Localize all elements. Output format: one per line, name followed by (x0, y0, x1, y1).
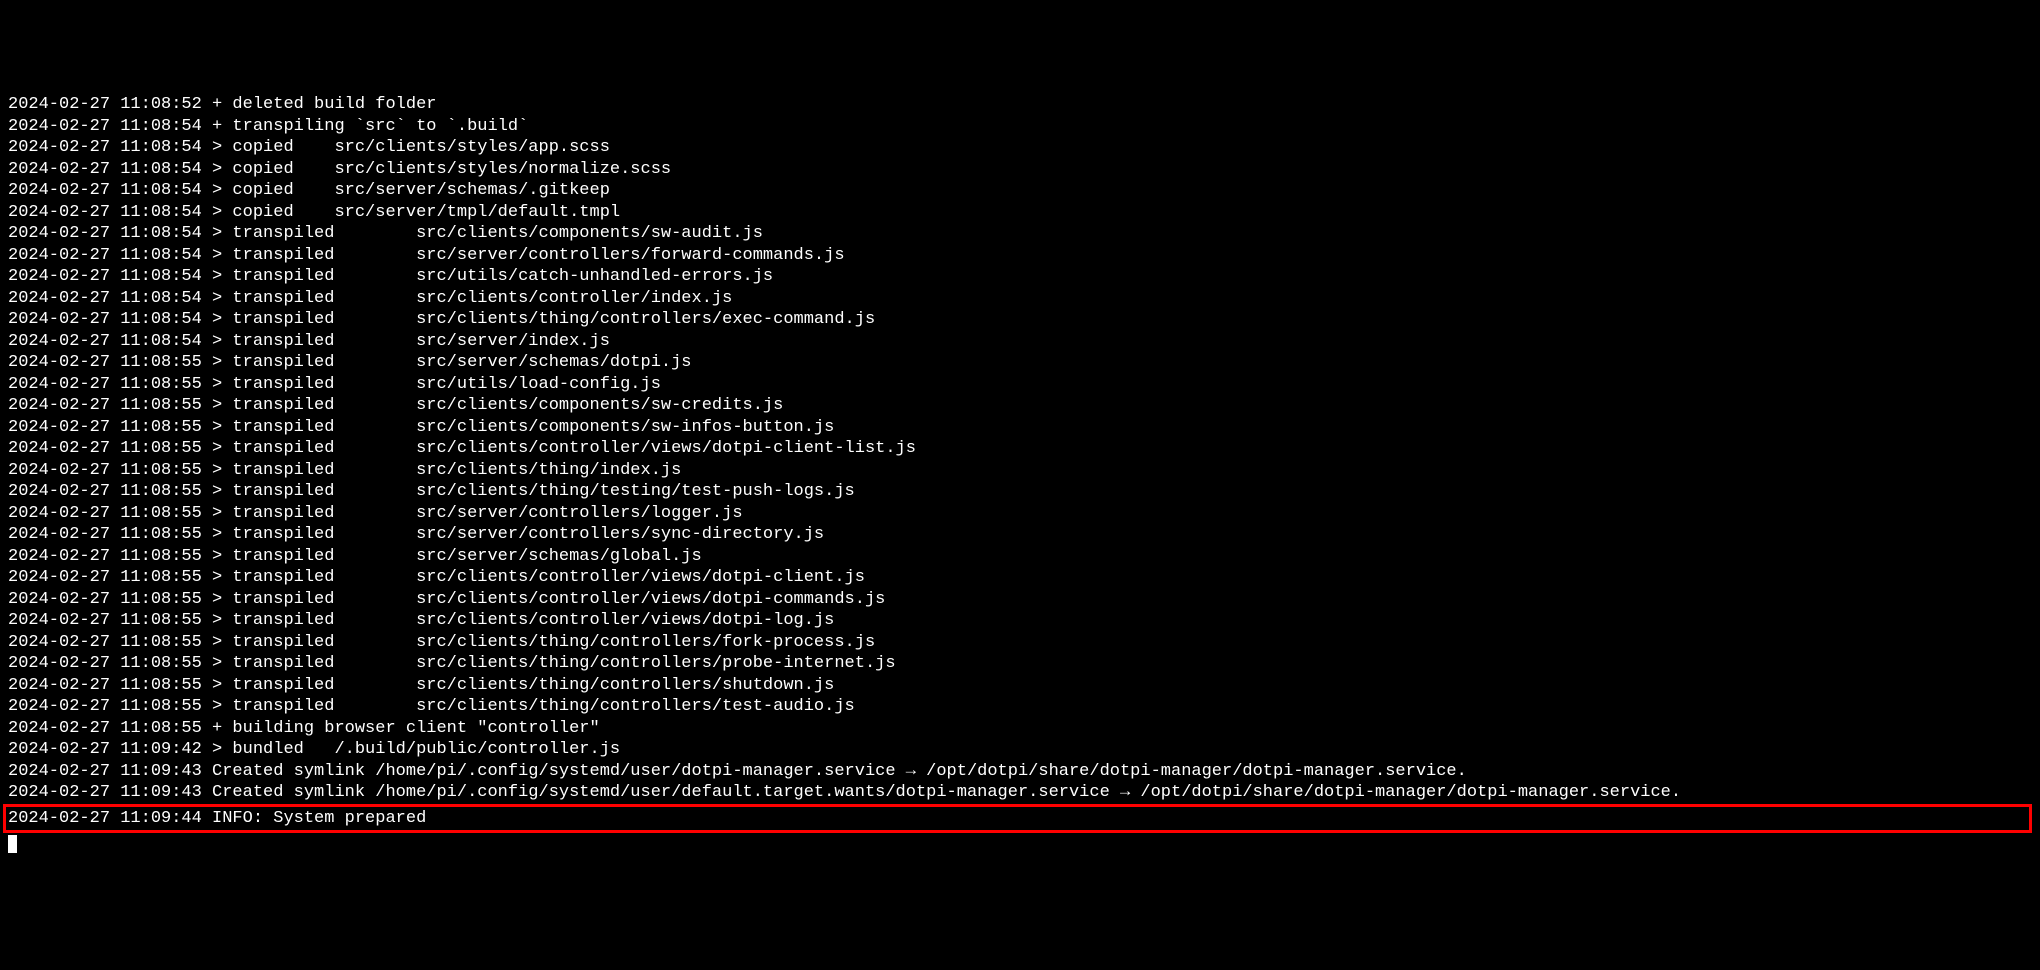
log-line: 2024-02-27 11:08:54 > copied src/server/… (8, 202, 2032, 224)
terminal-cursor (8, 835, 17, 853)
log-line: 2024-02-27 11:08:54 > transpiled src/ser… (8, 245, 2032, 267)
log-line: 2024-02-27 11:08:55 > transpiled src/cli… (8, 438, 2032, 460)
log-line: 2024-02-27 11:08:54 > transpiled src/ser… (8, 331, 2032, 353)
log-line-text: 2024-02-27 11:09:44 INFO: System prepare… (8, 809, 426, 828)
log-line: 2024-02-27 11:08:55 > transpiled src/ser… (8, 352, 2032, 374)
log-line: 2024-02-27 11:08:55 > transpiled src/cli… (8, 417, 2032, 439)
log-line: 2024-02-27 11:08:55 + building browser c… (8, 718, 2032, 740)
log-line: 2024-02-27 11:08:54 > transpiled src/cli… (8, 288, 2032, 310)
log-line: 2024-02-27 11:08:54 > transpiled src/cli… (8, 309, 2032, 331)
log-line: 2024-02-27 11:08:52 + deleted build fold… (8, 94, 2032, 116)
highlighted-log-line: 2024-02-27 11:09:44 INFO: System prepare… (3, 804, 2032, 834)
log-line: 2024-02-27 11:08:54 > transpiled src/cli… (8, 223, 2032, 245)
log-line: 2024-02-27 11:08:54 > copied src/clients… (8, 137, 2032, 159)
log-line: 2024-02-27 11:08:55 > transpiled src/cli… (8, 567, 2032, 589)
log-line: 2024-02-27 11:08:55 > transpiled src/cli… (8, 395, 2032, 417)
log-line: 2024-02-27 11:08:55 > transpiled src/cli… (8, 632, 2032, 654)
log-line: 2024-02-27 11:09:42 > bundled /.build/pu… (8, 739, 2032, 761)
log-line: 2024-02-27 11:09:43 Created symlink /hom… (8, 761, 2032, 783)
log-line: 2024-02-27 11:08:55 > transpiled src/cli… (8, 610, 2032, 632)
log-line: 2024-02-27 11:08:54 > copied src/server/… (8, 180, 2032, 202)
log-line: 2024-02-27 11:08:54 > copied src/clients… (8, 159, 2032, 181)
log-line: 2024-02-27 11:08:55 > transpiled src/cli… (8, 675, 2032, 697)
log-line: 2024-02-27 11:08:55 > transpiled src/ser… (8, 503, 2032, 525)
log-line: 2024-02-27 11:08:55 > transpiled src/cli… (8, 481, 2032, 503)
log-line: 2024-02-27 11:08:54 + transpiling `src` … (8, 116, 2032, 138)
log-line: 2024-02-27 11:09:43 Created symlink /hom… (8, 782, 2032, 804)
log-line: 2024-02-27 11:08:55 > transpiled src/cli… (8, 696, 2032, 718)
log-line: 2024-02-27 11:08:54 > transpiled src/uti… (8, 266, 2032, 288)
log-line: 2024-02-27 11:08:55 > transpiled src/uti… (8, 374, 2032, 396)
log-line: 2024-02-27 11:08:55 > transpiled src/ser… (8, 546, 2032, 568)
terminal-output[interactable]: 2024-02-27 11:08:52 + deleted build fold… (8, 94, 2032, 855)
log-line: 2024-02-27 11:08:55 > transpiled src/ser… (8, 524, 2032, 546)
log-line: 2024-02-27 11:08:55 > transpiled src/cli… (8, 460, 2032, 482)
log-line: 2024-02-27 11:08:55 > transpiled src/cli… (8, 653, 2032, 675)
log-line: 2024-02-27 11:08:55 > transpiled src/cli… (8, 589, 2032, 611)
